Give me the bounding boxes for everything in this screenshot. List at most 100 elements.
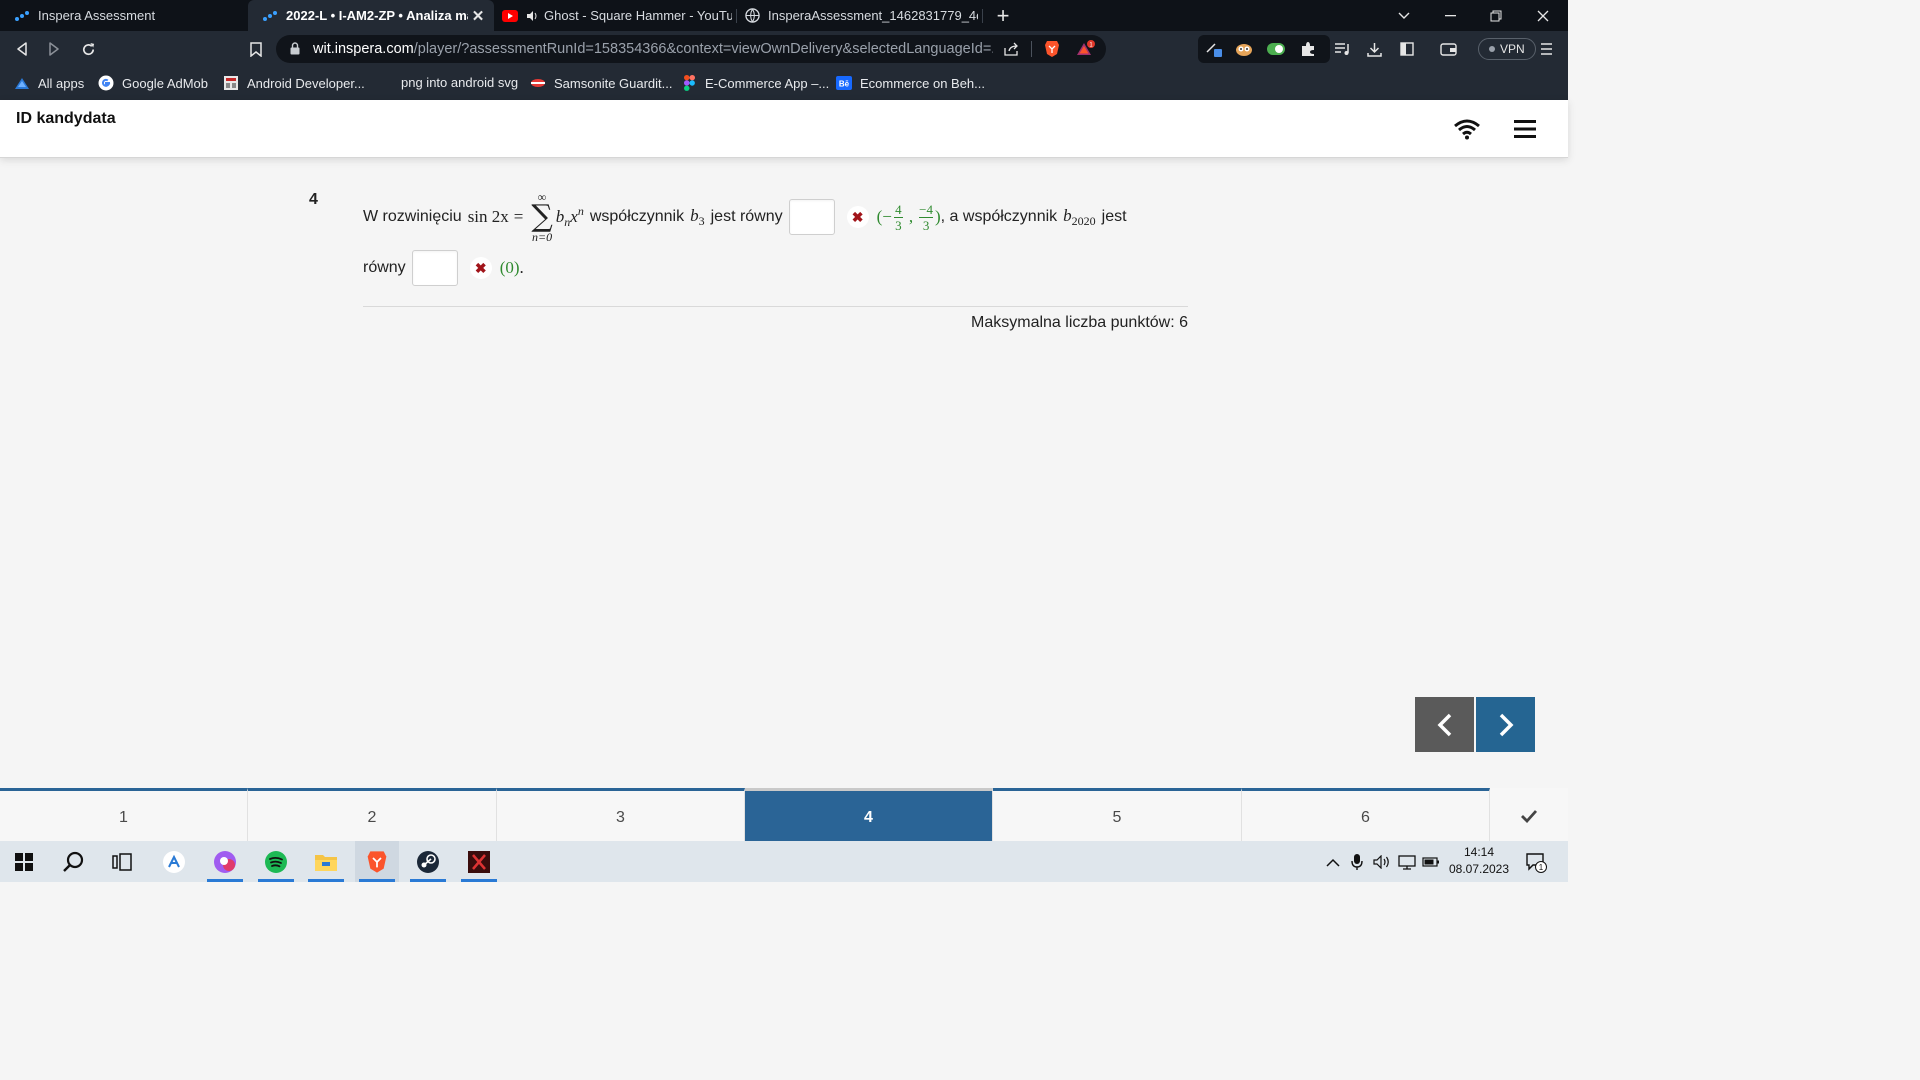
bookmark-label: Ecommerce on Beh... — [860, 75, 985, 91]
game-app-icon[interactable] — [457, 841, 501, 882]
share-icon[interactable] — [1002, 40, 1022, 58]
vpn-label: VPN — [1500, 42, 1525, 56]
extensions-group — [1198, 35, 1330, 63]
question-divider — [363, 306, 1188, 307]
hamburger-menu-icon[interactable] — [1510, 116, 1540, 142]
question-text-second-coef: , a współczynnik — [940, 208, 1058, 225]
wifi-status-icon[interactable] — [1452, 116, 1482, 142]
bookmark-google-admob[interactable]: Google AdMob — [98, 75, 208, 91]
bookmark-icon[interactable] — [244, 37, 268, 61]
chevron-left-icon — [1437, 713, 1451, 736]
address-bar[interactable]: wit.inspera.com/player/?assessmentRunId=… — [276, 35, 1106, 63]
speaker-icon[interactable] — [526, 10, 538, 22]
browser-toolbar: wit.inspera.com/player/?assessmentRunId=… — [0, 31, 1568, 67]
question-navigation-bar: 1 2 3 4 5 6 — [0, 788, 1568, 844]
bookmark-all-apps[interactable]: All apps — [14, 75, 84, 91]
bookmark-ecommerce-behance[interactable]: Bē Ecommerce on Beh... — [836, 75, 985, 91]
menu-icon[interactable] — [1536, 39, 1556, 59]
close-tab-icon[interactable]: ✕ — [468, 7, 488, 25]
incorrect-mark-icon: ✖ — [469, 257, 492, 279]
question-text-coef: współczynnik — [589, 208, 685, 225]
toggle-extension-icon[interactable] — [1266, 39, 1286, 59]
app-store-icon[interactable] — [152, 841, 196, 882]
show-hidden-icons-icon[interactable] — [1324, 853, 1342, 871]
vpn-status-dot — [1489, 46, 1495, 52]
tab-inspera-pdf[interactable]: InsperaAssessment_1462831779_4ec9 — [738, 0, 978, 31]
notification-center-icon[interactable]: 1 — [1525, 851, 1547, 873]
tab-title: Ghost - Square Hammer - YouTub — [544, 8, 732, 23]
answer-input-b3[interactable] — [788, 199, 835, 235]
notification-count: 1 — [1539, 863, 1544, 872]
bookmark-png-into-android-svg[interactable]: png into android svg — [401, 75, 518, 90]
battery-icon[interactable] — [1422, 853, 1440, 871]
lock-icon[interactable] — [290, 42, 300, 60]
network-icon[interactable] — [1398, 853, 1416, 871]
browser-tab-bar: Inspera Assessment 2022-L • I-AM2-ZP • A… — [0, 0, 1568, 31]
tab-search-icon[interactable] — [1381, 0, 1427, 31]
color-picker-extension-icon[interactable] — [1204, 39, 1224, 59]
file-explorer-icon[interactable] — [304, 841, 348, 882]
brave-browser-icon[interactable] — [355, 841, 399, 882]
close-window-button[interactable] — [1520, 0, 1566, 31]
svg-text:Bē: Bē — [839, 80, 850, 89]
messenger-icon[interactable] — [203, 841, 247, 882]
system-clock[interactable]: 14:14 08.07.2023 — [1448, 844, 1510, 878]
windows-start-icon[interactable] — [2, 841, 46, 882]
bookmark-samsonite[interactable]: Samsonite Guardit... — [530, 75, 673, 91]
inspera-icon — [262, 8, 278, 24]
check-icon — [1521, 810, 1538, 823]
question-nav-4[interactable]: 4 — [745, 788, 993, 844]
brave-rewards-icon[interactable]: 1 — [1076, 40, 1096, 58]
chevron-right-icon — [1499, 713, 1513, 736]
download-icon[interactable] — [1364, 39, 1384, 59]
microphone-icon[interactable] — [1348, 853, 1366, 871]
steam-icon[interactable] — [406, 841, 450, 882]
question-line-1: W rozwinięciu sin 2x = ∞ ∑ n=0 bnxn wspó… — [363, 190, 1127, 244]
tab-analiza[interactable]: 2022-L • I-AM2-ZP • Analiza mate ✕ — [248, 0, 494, 31]
question-nav-5[interactable]: 5 — [993, 788, 1242, 844]
puzzle-extensions-icon[interactable] — [1298, 39, 1318, 59]
spotify-icon[interactable] — [254, 841, 298, 882]
bookmark-label: E-Commerce App –... — [705, 75, 830, 91]
question-number: 4 — [309, 191, 318, 208]
bookmark-label: All apps — [38, 75, 85, 91]
volume-icon[interactable] — [1373, 853, 1391, 871]
reload-icon[interactable] — [76, 37, 100, 61]
minimize-button[interactable] — [1427, 0, 1473, 31]
clock-date: 08.07.2023 — [1448, 862, 1510, 876]
vpn-button[interactable]: VPN — [1478, 38, 1536, 60]
new-tab-button[interactable]: + — [992, 3, 1014, 29]
bookmark-label: Samsonite Guardit... — [554, 75, 673, 91]
question-line-2: równy ✖ (0) . — [363, 248, 524, 288]
sidebar-icon[interactable] — [1397, 39, 1417, 59]
brave-shields-icon[interactable] — [1042, 40, 1062, 58]
tab-youtube[interactable]: Ghost - Square Hammer - YouTub — [494, 0, 732, 31]
url-path: /player/?assessmentRunId=158354366&conte… — [413, 41, 993, 57]
question-nav-3[interactable]: 3 — [497, 788, 745, 844]
question-nav-2[interactable]: 2 — [248, 788, 497, 844]
search-icon[interactable] — [51, 841, 95, 882]
media-playlist-icon[interactable] — [1332, 39, 1352, 59]
tab-inspera-assessment[interactable]: Inspera Assessment — [0, 0, 246, 31]
task-view-icon[interactable] — [100, 841, 144, 882]
bookmarks-bar: All apps Google AdMob Android Developer.… — [0, 67, 1568, 100]
question-text-jest: jest — [1101, 208, 1127, 225]
bookmark-ecommerce-app[interactable]: E-Commerce App –... — [681, 75, 829, 91]
tab-title: Inspera Assessment — [38, 8, 156, 23]
back-icon[interactable] — [10, 37, 34, 61]
android-developer-icon — [223, 75, 239, 91]
finish-button[interactable] — [1490, 788, 1568, 844]
question-nav-1[interactable]: 1 — [0, 788, 248, 844]
bookmark-android-developer[interactable]: Android Developer... — [223, 75, 365, 91]
owl-extension-icon[interactable] — [1234, 39, 1254, 59]
previous-question-button[interactable] — [1415, 697, 1474, 752]
candidate-id-label: ID kandydata — [16, 110, 116, 127]
url-text[interactable]: wit.inspera.com/player/?assessmentRunId=… — [313, 41, 993, 57]
forward-icon[interactable] — [42, 37, 66, 61]
restore-button[interactable] — [1473, 0, 1519, 31]
wallet-icon[interactable] — [1438, 39, 1458, 59]
question-nav-6[interactable]: 6 — [1242, 788, 1490, 844]
next-question-button[interactable] — [1476, 697, 1535, 752]
correct-fraction-2: −4 3 — [919, 201, 933, 233]
answer-input-b2020[interactable] — [411, 250, 458, 286]
